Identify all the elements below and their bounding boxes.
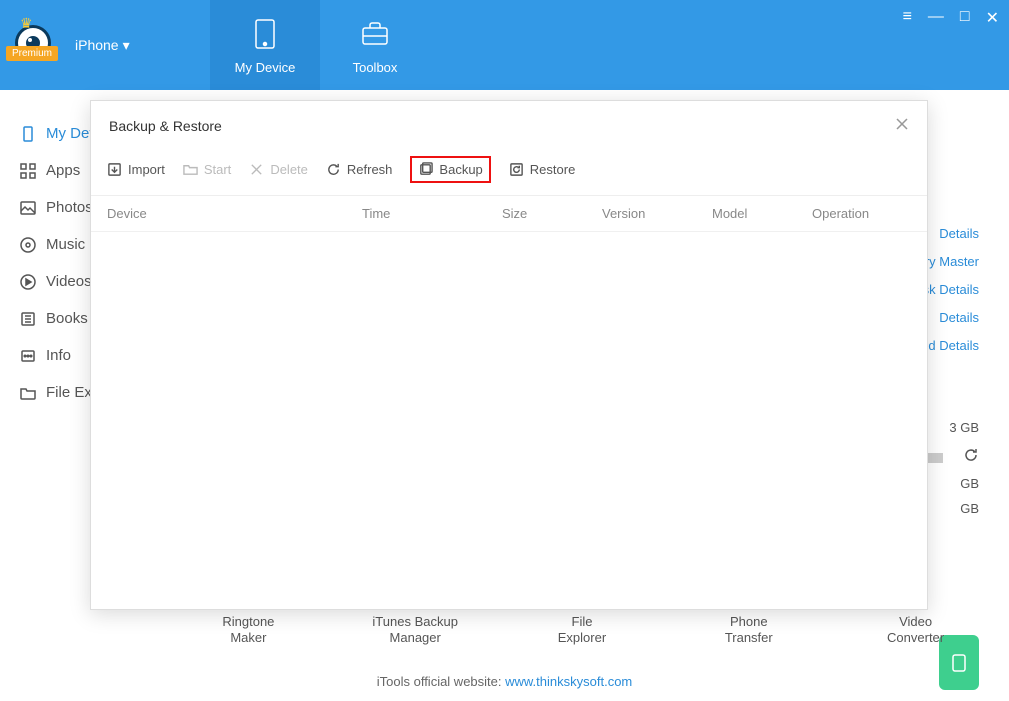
button-label: Restore [530,162,576,177]
backup-icon [418,162,433,177]
menu-button[interactable]: ≡ [903,8,912,28]
nav-label: Toolbox [353,60,398,75]
col-model: Model [712,206,812,221]
sidebar-item-label: Info [46,347,71,364]
close-button[interactable]: ✕ [986,8,999,28]
start-button: Start [183,162,231,177]
col-operation: Operation [812,206,911,221]
tool-label-line1: iTunes Backup [360,614,470,630]
nav-toolbox[interactable]: Toolbox [320,0,430,90]
refresh-icon [326,162,341,177]
tool-label-line1: Phone [694,614,804,630]
col-size: Size [502,206,602,221]
restore-icon [509,162,524,177]
tool-label-line2: Explorer [527,630,637,646]
header-nav: My Device Toolbox [210,0,430,90]
button-label: Refresh [347,162,393,177]
tool-itunes-backup-manager[interactable]: iTunes Backup Manager [360,614,470,646]
toolbox-row: Ringtone Maker iTunes Backup Manager Fil… [165,614,999,646]
image-icon [20,200,36,216]
minimize-button[interactable]: — [928,8,944,28]
table-body-empty [91,232,927,609]
toolbox-icon [357,16,393,52]
info-icon [20,348,36,364]
table-header: Device Time Size Version Model Operation [91,196,927,232]
folder-icon [20,385,36,401]
backup-button[interactable]: Backup [410,156,490,183]
col-time: Time [362,206,502,221]
storage-total: 3 GB [949,420,979,435]
sidebar-item-label: Music [46,236,85,253]
button-label: Import [128,162,165,177]
refresh-button[interactable]: Refresh [326,162,393,177]
sidebar-item-label: Books [46,310,88,327]
brand-area: ♛ Premium iPhone ▾ [0,0,210,90]
backup-restore-modal: Backup & Restore Import Start Delete Ref… [90,100,928,610]
tool-label-line2: Converter [861,630,971,646]
restore-button[interactable]: Restore [509,162,576,177]
tool-video-converter[interactable]: Video Converter [861,614,971,646]
app-header: ♛ Premium iPhone ▾ My Device Toolbox ≡ —… [0,0,1009,90]
sidebar-item-label: Videos [46,273,92,290]
tool-phone-transfer[interactable]: Phone Transfer [694,614,804,646]
refresh-icon[interactable] [963,447,979,466]
tablet-icon [247,16,283,52]
button-label: Delete [270,162,308,177]
play-icon [20,274,36,290]
storage-used: GB [960,476,979,491]
tool-label-line1: File [527,614,637,630]
tool-label-line2: Manager [360,630,470,646]
disc-icon [20,237,36,253]
button-label: Backup [439,162,482,177]
modal-title: Backup & Restore [109,118,222,134]
footer-link[interactable]: www.thinkskysoft.com [505,674,632,689]
sidebar-item-label: Apps [46,162,80,179]
footer-prefix: iTools official website: [377,674,505,689]
tool-label-line1: Ringtone [193,614,303,630]
tool-label-line1: Video [861,614,971,630]
crown-icon: ♛ [20,15,33,32]
delete-icon [249,162,264,177]
device-icon [20,126,36,142]
col-device: Device [107,206,362,221]
storage-free: GB [960,501,979,516]
folder-icon [183,162,198,177]
button-label: Start [204,162,231,177]
modal-titlebar: Backup & Restore [91,101,927,142]
col-version: Version [602,206,712,221]
device-select-label: iPhone [75,37,119,53]
chevron-down-icon: ▾ [123,37,130,54]
sidebar-item-label: Photos [46,199,93,216]
premium-badge: Premium [6,46,58,61]
tool-label-line2: Maker [193,630,303,646]
nav-label: My Device [235,60,296,75]
delete-button: Delete [249,162,308,177]
book-icon [20,311,36,327]
nav-my-device[interactable]: My Device [210,0,320,90]
tool-label-line2: Transfer [694,630,804,646]
footer: iTools official website: www.thinkskysof… [0,674,1009,689]
modal-close-button[interactable] [895,115,909,136]
grid-icon [20,163,36,179]
import-button[interactable]: Import [107,162,165,177]
tool-ringtone-maker[interactable]: Ringtone Maker [193,614,303,646]
import-icon [107,162,122,177]
modal-toolbar: Import Start Delete Refresh Backup Resto… [91,142,927,196]
maximize-button[interactable]: □ [960,8,970,28]
device-select[interactable]: iPhone ▾ [75,37,130,54]
tool-file-explorer[interactable]: File Explorer [527,614,637,646]
window-controls: ≡ — □ ✕ [903,8,999,28]
